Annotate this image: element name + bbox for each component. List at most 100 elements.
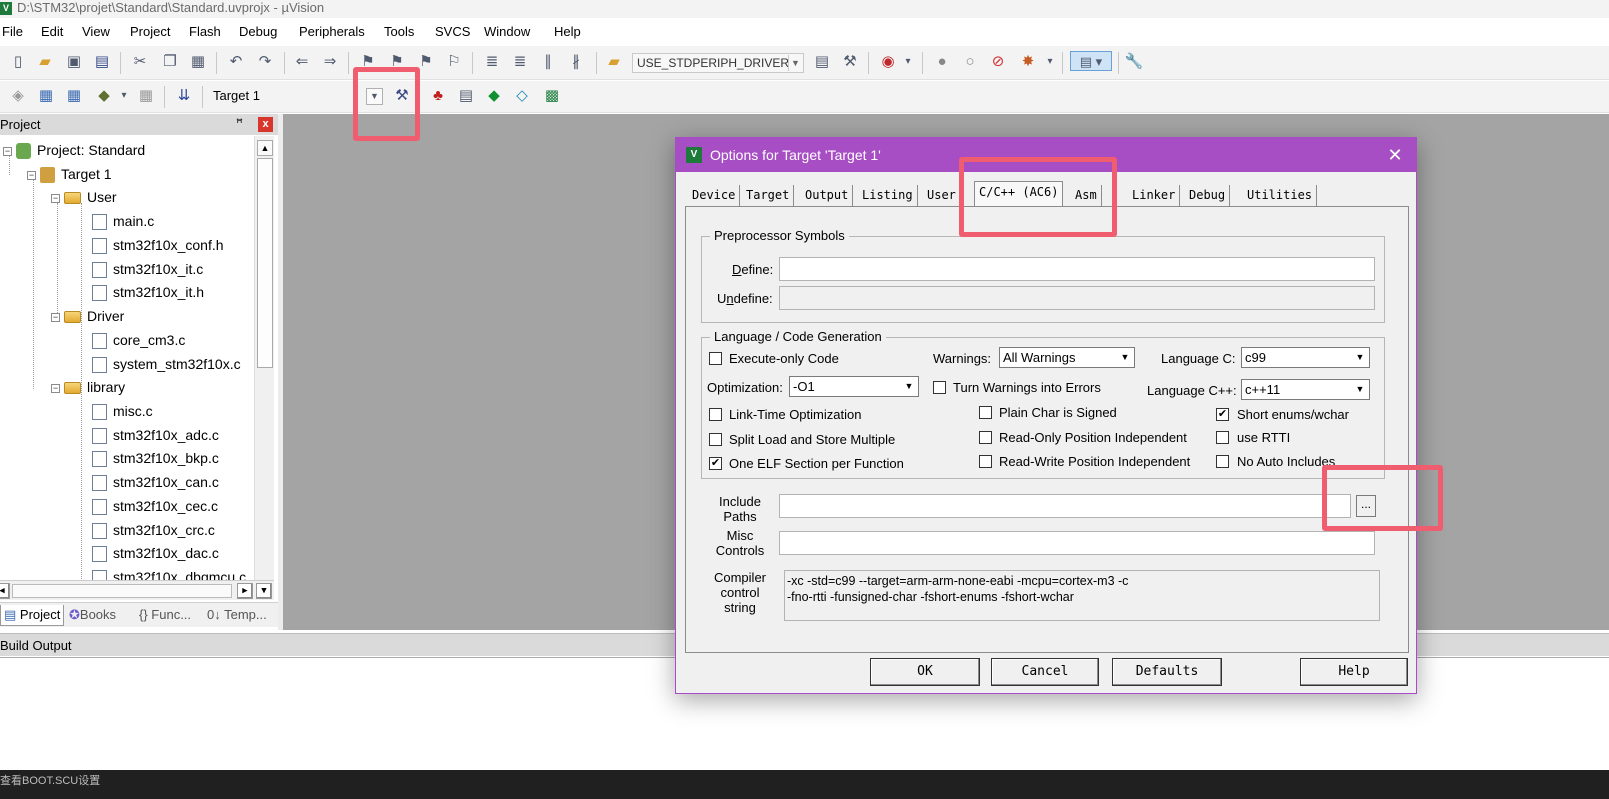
uncomment-icon[interactable]: ∦ bbox=[566, 52, 586, 72]
tree-node-file[interactable]: stm32f10x_can.c bbox=[92, 471, 219, 493]
define-combo[interactable]: USE_STDPERIPH_DRIVER ▼ bbox=[632, 53, 804, 73]
build-icon[interactable]: ▦ bbox=[36, 86, 56, 106]
select-software-packs-icon[interactable]: ▩ bbox=[542, 86, 562, 106]
manage-components-icon[interactable]: ▤ bbox=[456, 86, 476, 106]
menu-debug[interactable]: Debug bbox=[239, 24, 277, 40]
tab-device[interactable]: Device bbox=[688, 185, 741, 206]
window-layout-icon[interactable]: ▤ ▾ bbox=[1070, 51, 1112, 71]
collapse-icon[interactable]: − bbox=[3, 146, 12, 156]
cut-icon[interactable]: ✂ bbox=[130, 52, 150, 72]
collapse-icon[interactable]: − bbox=[51, 312, 60, 322]
copy-icon[interactable]: ❐ bbox=[160, 52, 180, 72]
menu-project[interactable]: Project bbox=[130, 24, 170, 40]
find-icon[interactable]: ▤ bbox=[812, 52, 832, 72]
menu-tools[interactable]: Tools bbox=[384, 24, 414, 40]
scroll-left-icon[interactable]: ◀ bbox=[0, 583, 10, 599]
navigate-back-icon[interactable]: ⇐ bbox=[292, 52, 312, 72]
define-input[interactable] bbox=[779, 257, 1375, 281]
collapse-icon[interactable]: − bbox=[27, 170, 36, 180]
chevron-down-icon[interactable]: ▼ bbox=[1117, 349, 1133, 366]
chevron-down-icon[interactable]: ▼ bbox=[1352, 349, 1368, 366]
tab-templates[interactable]: 0↓ Temp... bbox=[204, 605, 276, 626]
chevron-down-icon[interactable]: ▾ bbox=[114, 86, 134, 106]
include-paths-input[interactable] bbox=[779, 494, 1351, 518]
clear-bookmarks-icon[interactable]: ⚐ bbox=[444, 52, 464, 72]
kill-breakpoints-icon[interactable]: ✸ bbox=[1018, 52, 1038, 72]
tab-books[interactable]: ✪Books bbox=[66, 605, 132, 626]
tree-node-group-user[interactable]: − User bbox=[51, 186, 117, 208]
tree-node-project[interactable]: − Project: Standard bbox=[3, 139, 145, 161]
collapse-icon[interactable]: − bbox=[51, 383, 60, 393]
close-icon[interactable]: ✕ bbox=[1382, 144, 1408, 166]
tab-listing[interactable]: Listing bbox=[858, 185, 918, 206]
tree-node-file[interactable]: main.c bbox=[92, 210, 154, 232]
tab-debug[interactable]: Debug bbox=[1185, 185, 1231, 206]
tab-utilities[interactable]: Utilities bbox=[1243, 185, 1318, 206]
tree-node-file[interactable]: misc.c bbox=[92, 400, 153, 422]
scroll-down-icon[interactable]: ▼ bbox=[256, 583, 272, 599]
lto-checkbox[interactable] bbox=[709, 408, 722, 421]
chevron-down-icon[interactable]: ▾ bbox=[1040, 52, 1060, 72]
close-icon[interactable]: x bbox=[258, 117, 273, 132]
file-extensions-icon[interactable]: ♣ bbox=[428, 86, 448, 106]
menu-help[interactable]: Help bbox=[554, 24, 581, 40]
pin-icon[interactable]: ꟸ bbox=[236, 116, 243, 130]
execute-only-checkbox[interactable] bbox=[709, 352, 722, 365]
no-auto-includes-checkbox[interactable] bbox=[1216, 455, 1229, 468]
comment-icon[interactable]: ∥ bbox=[538, 52, 558, 72]
help-button[interactable]: Help bbox=[1300, 658, 1408, 686]
tree-node-file[interactable]: stm32f10x_cec.c bbox=[92, 495, 218, 517]
incremental-find-icon[interactable]: ⚒ bbox=[840, 52, 860, 72]
defaults-button[interactable]: Defaults bbox=[1112, 658, 1222, 686]
undefine-input[interactable] bbox=[779, 286, 1375, 310]
menu-peripherals[interactable]: Peripherals bbox=[299, 24, 365, 40]
language-c-select[interactable]: c99 ▼ bbox=[1241, 347, 1370, 368]
menu-flash[interactable]: Flash bbox=[189, 24, 221, 40]
rwpi-checkbox[interactable] bbox=[979, 455, 992, 468]
tab-user[interactable]: User bbox=[923, 185, 961, 206]
menu-edit[interactable]: Edit bbox=[41, 24, 63, 40]
scroll-right-icon[interactable]: ▶ bbox=[237, 583, 253, 599]
split-load-checkbox[interactable] bbox=[709, 433, 722, 446]
download-load-icon[interactable]: ⇊ bbox=[174, 86, 194, 106]
batch-build-icon[interactable]: ◆ bbox=[94, 86, 114, 106]
configure-icon[interactable]: 🔧 bbox=[1124, 52, 1144, 72]
enable-breakpoint-icon[interactable]: ○ bbox=[960, 52, 980, 72]
indent-icon[interactable]: ≣ bbox=[482, 52, 502, 72]
tree-node-file[interactable]: system_stm32f10x.c bbox=[92, 353, 241, 375]
warnings-select[interactable]: All Warnings ▼ bbox=[999, 347, 1135, 368]
chevron-down-icon[interactable]: ▼ bbox=[901, 378, 917, 395]
run-time-environment-icon[interactable]: ◆ bbox=[484, 86, 504, 106]
tree-node-file[interactable]: stm32f10x_it.c bbox=[92, 258, 203, 280]
tree-node-file[interactable]: stm32f10x_it.h bbox=[92, 281, 204, 303]
stop-build-icon[interactable]: ▦ bbox=[136, 86, 156, 106]
target-select-label[interactable]: Target 1 bbox=[213, 88, 260, 103]
scroll-thumb[interactable] bbox=[257, 158, 273, 368]
tree-vertical-scrollbar[interactable]: ▲ bbox=[254, 136, 274, 580]
tab-linker[interactable]: Linker bbox=[1128, 185, 1181, 206]
misc-controls-input[interactable] bbox=[779, 531, 1375, 555]
menu-svcs[interactable]: SVCS bbox=[435, 24, 470, 40]
ropi-checkbox[interactable] bbox=[979, 431, 992, 444]
paste-icon[interactable]: ▦ bbox=[188, 52, 208, 72]
rebuild-icon[interactable]: ▦ bbox=[64, 86, 84, 106]
scroll-thumb[interactable] bbox=[12, 584, 232, 598]
menu-window[interactable]: Window bbox=[484, 24, 530, 40]
chevron-down-icon[interactable]: ▾ bbox=[898, 52, 918, 72]
ok-button[interactable]: OK bbox=[870, 658, 980, 686]
plain-char-checkbox[interactable] bbox=[979, 406, 992, 419]
cancel-button[interactable]: Cancel bbox=[991, 658, 1099, 686]
collapse-icon[interactable]: − bbox=[51, 193, 60, 203]
tree-node-file[interactable]: stm32f10x_bkp.c bbox=[92, 447, 219, 469]
short-enums-checkbox[interactable]: ✔ bbox=[1216, 408, 1229, 421]
scroll-up-icon[interactable]: ▲ bbox=[257, 140, 273, 156]
turn-warnings-checkbox[interactable] bbox=[933, 381, 946, 394]
open-file-icon[interactable]: ▰ bbox=[35, 52, 55, 72]
language-cpp-select[interactable]: c++11 ▼ bbox=[1241, 379, 1370, 400]
tree-node-file[interactable]: stm32f10x_dbgmcu.c bbox=[92, 566, 246, 580]
chevron-down-icon[interactable]: ▼ bbox=[788, 55, 802, 71]
tree-node-file[interactable]: core_cm3.c bbox=[92, 329, 185, 351]
tab-target[interactable]: Target bbox=[742, 185, 795, 206]
tree-node-file[interactable]: stm32f10x_adc.c bbox=[92, 424, 219, 446]
redo-icon[interactable]: ↷ bbox=[255, 52, 275, 72]
